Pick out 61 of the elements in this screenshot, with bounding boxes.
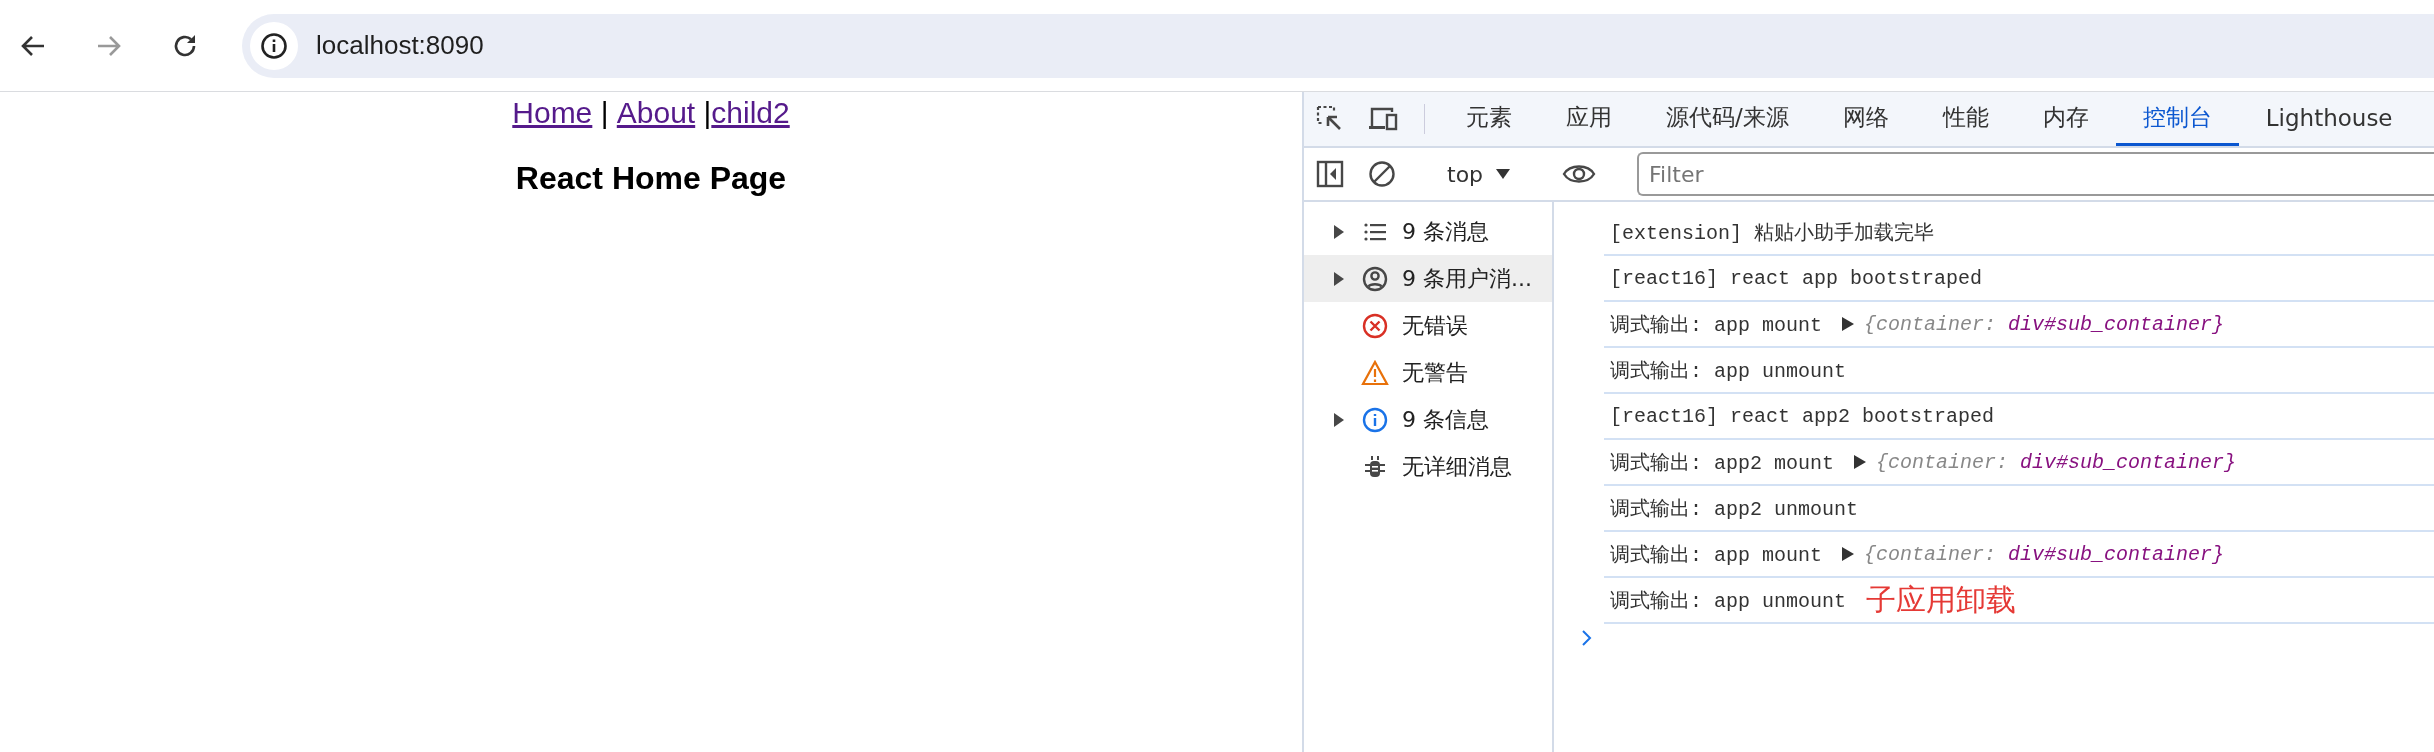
object-key: {container:: [1864, 542, 1997, 566]
sidebar-item[interactable]: 9 条消息: [1304, 208, 1552, 255]
expand-icon[interactable]: [1854, 455, 1867, 469]
device-icon[interactable]: [1368, 106, 1398, 132]
nav-link[interactable]: Home: [512, 96, 593, 130]
console-message: 调式输出: app mount: [1609, 542, 1823, 568]
caret-icon[interactable]: [1495, 168, 1512, 180]
devtools-tab[interactable]: 内存: [2015, 92, 2116, 146]
expand-icon[interactable]: [1334, 412, 1344, 427]
devtools-tab[interactable]: 控制台: [2115, 92, 2239, 146]
page-heading: React Home Page: [515, 160, 787, 197]
address-bar[interactable]: localhost:8090: [242, 13, 2434, 78]
context-dropdown[interactable]: top: [1437, 161, 1522, 187]
console-message: [extension] 粘贴小助手加载完毕: [1609, 220, 1935, 246]
nav-link[interactable]: child2: [711, 96, 790, 130]
sidebar-item[interactable]: 无错误: [1304, 302, 1552, 349]
console-message: 调式输出: app2 mount: [1609, 450, 1835, 476]
nav-link[interactable]: About: [616, 96, 696, 130]
console-message: [react16] react app bootstraped: [1609, 266, 1983, 290]
object-value: div#sub_container}: [2008, 312, 2225, 336]
sidebar-item[interactable]: 9 条信息: [1304, 396, 1552, 443]
bug-icon: [1363, 454, 1387, 479]
console-message: 调式输出: app unmount: [1609, 358, 1847, 384]
expand-icon[interactable]: [1842, 547, 1855, 561]
filter-field[interactable]: Filter: [1637, 152, 2434, 196]
info-icon: [1362, 406, 1388, 433]
sidebar-item[interactable]: 无详细消息: [1304, 443, 1552, 490]
annotation-text: 子应用卸载: [1866, 580, 2017, 619]
object-value: div#sub_container}: [2020, 450, 2237, 474]
expand-icon[interactable]: [1842, 317, 1855, 331]
expand-icon[interactable]: [1334, 224, 1344, 239]
sidebar-label: 9 条消息: [1402, 217, 1489, 246]
sidebar-label: 9 条信息: [1402, 405, 1489, 434]
devtools-tab[interactable]: 应用: [1539, 92, 1639, 146]
object-value: div#sub_container}: [2008, 542, 2225, 566]
expand-icon[interactable]: [1334, 271, 1344, 286]
object-key: {container:: [1876, 450, 2009, 474]
error-icon: [1362, 312, 1388, 339]
devtools-tab[interactable]: 网络: [1815, 92, 1916, 146]
object-key: {container:: [1864, 312, 1997, 336]
console-message: [react16] react app2 bootstraped: [1609, 404, 1995, 428]
user-icon: [1362, 265, 1388, 292]
sidebar-label: 无警告: [1402, 358, 1468, 387]
sidebar-label: 9 条用户消...: [1402, 264, 1532, 293]
sidebar-label: 无详细消息: [1402, 452, 1512, 481]
console-message: 调式输出: app2 unmount: [1609, 496, 1859, 522]
info-icon[interactable]: [260, 31, 288, 60]
devtools-tab[interactable]: 元素: [1439, 92, 1539, 146]
sidebar-item[interactable]: 9 条用户消...: [1304, 255, 1552, 302]
devtools-tab[interactable]: Lighthouse: [2238, 92, 2420, 146]
console-message: 调式输出: app mount: [1609, 312, 1823, 338]
sidebar-item[interactable]: 无警告: [1304, 349, 1552, 396]
devtools-tab[interactable]: 源代码/来源: [1639, 92, 1816, 146]
console-message: 调式输出: app unmount: [1609, 588, 1847, 614]
nav-separator: |: [599, 96, 610, 130]
url-text: localhost:8090: [316, 30, 484, 61]
prompt-icon: [1582, 630, 1592, 646]
sidebar-label: 无错误: [1402, 311, 1468, 340]
devtools-tab[interactable]: 性能: [1915, 92, 2016, 146]
warning-icon: [1361, 359, 1389, 386]
nav-separator: |: [702, 96, 712, 130]
